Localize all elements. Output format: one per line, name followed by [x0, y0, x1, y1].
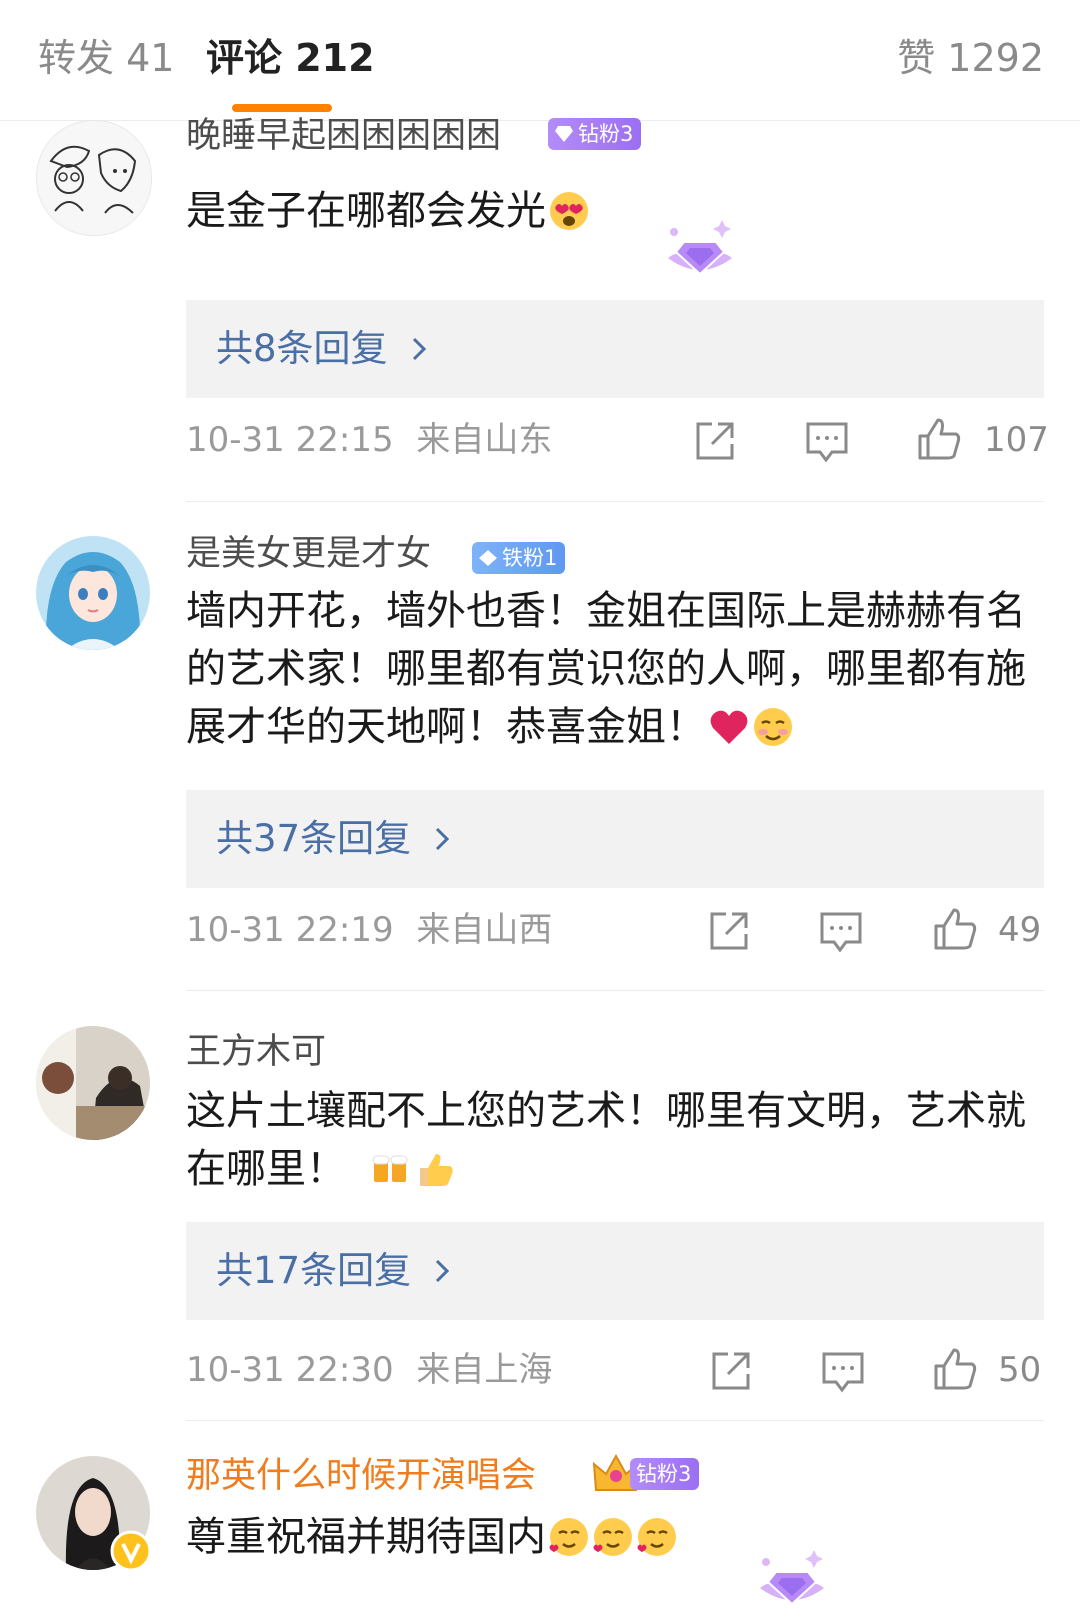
fan-badge-label: 钻粉3 — [636, 1462, 692, 1486]
like-count: 49 — [998, 910, 1042, 950]
like-icon[interactable] — [932, 906, 978, 952]
share-icon[interactable] — [692, 418, 738, 464]
comment-username[interactable]: 王方木可 — [186, 1030, 326, 1074]
fan-badge-label: 铁粉1 — [502, 546, 558, 570]
replies-count-label: 共8条回复 — [216, 327, 388, 370]
verified-badge-icon — [110, 1530, 152, 1572]
comment-item: 那英什么时候开演唱会 钻粉3 尊重祝福并期待国内 — [0, 1453, 1080, 1616]
smiling-hearts-face-icon — [593, 1518, 632, 1556]
diamond-comment-decoration — [760, 1550, 824, 1606]
comment-text-body: 是金子在哪都会发光 — [186, 188, 546, 234]
photo-avatar-image — [36, 1026, 150, 1140]
comment-text: 墙内开花，墙外也香！金姐在国际上是赫赫有名的艺术家！哪里都有赏识您的人啊，哪里都… — [186, 582, 1042, 756]
smiling-hearts-face-icon — [637, 1518, 676, 1556]
diamond-comment-decoration — [668, 220, 732, 276]
chevron-right-icon — [436, 827, 450, 851]
share-icon[interactable] — [708, 1348, 754, 1394]
fan-badge: 铁粉1 — [472, 542, 566, 574]
comment-text-body: 墙内开花，墙外也香！金姐在国际上是赫赫有名的艺术家！哪里都有赏识您的人啊，哪里都… — [186, 588, 1026, 750]
comment-location: 来自山西 — [416, 910, 553, 950]
thumbs-up-icon — [420, 1154, 453, 1186]
replies-box[interactable]: 共17条回复 — [186, 1222, 1044, 1320]
like-count: 107 — [984, 420, 1049, 460]
sketch-avatar-image — [37, 121, 151, 235]
beer-mugs-icon — [372, 1155, 408, 1182]
comment-icon[interactable] — [804, 418, 850, 464]
blushing-face-icon — [754, 708, 792, 746]
active-tab-indicator — [232, 104, 332, 112]
smiling-hearts-face-icon — [549, 1518, 588, 1556]
comment-username[interactable]: 那英什么时候开演唱会 — [186, 1454, 536, 1498]
diamond-icon — [479, 550, 497, 566]
heart-eyes-face-icon — [550, 192, 588, 230]
fan-badge-label: 钻粉3 — [578, 122, 634, 146]
fan-badge: 钻粉3 — [548, 118, 642, 150]
avatar[interactable] — [36, 536, 150, 650]
replies-box[interactable]: 共8条回复 — [186, 300, 1044, 398]
comment-time: 10-31 22:30 — [186, 1350, 394, 1390]
comment-time: 10-31 22:15 — [186, 420, 394, 460]
comment-divider — [186, 1420, 1044, 1421]
replies-box[interactable]: 共37条回复 — [186, 790, 1044, 888]
comment-icon[interactable] — [818, 908, 864, 954]
comment-location: 来自上海 — [416, 1350, 553, 1390]
fan-badge: 钻粉3 — [630, 1458, 700, 1490]
comment-meta: 10-31 22:15 来自山东 — [186, 418, 552, 462]
comment-divider — [186, 501, 1044, 502]
anime-girl-avatar-image — [36, 536, 150, 650]
tab-comments[interactable]: 评论 212 — [206, 34, 375, 82]
chevron-right-icon — [436, 1259, 450, 1283]
comment-text-body: 这片土壤配不上您的艺术！哪里有文明，艺术就在哪里！ — [186, 1088, 1026, 1192]
share-icon[interactable] — [706, 908, 752, 954]
comment-divider — [186, 990, 1044, 991]
like-count: 50 — [998, 1350, 1042, 1390]
view-replies-link[interactable]: 共17条回复 — [216, 1246, 451, 1296]
diamond-icon — [555, 126, 573, 142]
avatar[interactable] — [36, 1026, 150, 1140]
like-icon[interactable] — [916, 416, 962, 462]
tab-reposts[interactable]: 转发 41 — [38, 34, 174, 82]
replies-count-label: 共17条回复 — [216, 1249, 412, 1292]
comment-text-body: 尊重祝福并期待国内 — [186, 1514, 546, 1560]
comment-text: 尊重祝福并期待国内 — [186, 1508, 1042, 1566]
comment-tabbar: 转发 41 评论 212 赞 1292 — [0, 0, 1080, 121]
view-replies-link[interactable]: 共37条回复 — [216, 814, 451, 864]
comment-meta: 10-31 22:30 来自上海 — [186, 1348, 552, 1392]
avatar[interactable] — [36, 120, 152, 236]
like-icon[interactable] — [932, 1346, 978, 1392]
comment-item: 晚睡早起困困困困困 钻粉3 是金子在哪都会发光 共8条回复 10-31 22:1… — [0, 116, 1080, 486]
comment-username[interactable]: 是美女更是才女 — [186, 532, 431, 576]
comment-icon[interactable] — [820, 1348, 866, 1394]
comment-location: 来自山东 — [416, 420, 553, 460]
tab-likes[interactable]: 赞 1292 — [897, 34, 1044, 82]
comment-text: 这片土壤配不上您的艺术！哪里有文明，艺术就在哪里！ — [186, 1082, 1042, 1198]
replies-count-label: 共37条回复 — [216, 817, 412, 860]
comment-text: 是金子在哪都会发光 — [186, 182, 1042, 240]
comment-time: 10-31 22:19 — [186, 910, 394, 950]
comment-item: 是美女更是才女 铁粉1 墙内开花，墙外也香！金姐在国际上是赫赫有名的艺术家！哪里… — [0, 534, 1080, 976]
comment-username[interactable]: 晚睡早起困困困困困 — [186, 114, 501, 158]
red-heart-icon — [710, 710, 748, 744]
chevron-right-icon — [412, 337, 426, 361]
comment-meta: 10-31 22:19 来自山西 — [186, 908, 552, 952]
comment-item: 王方木可 这片土壤配不上您的艺术！哪里有文明，艺术就在哪里！ 共17条回复 10… — [0, 1026, 1080, 1404]
view-replies-link[interactable]: 共8条回复 — [216, 324, 428, 374]
